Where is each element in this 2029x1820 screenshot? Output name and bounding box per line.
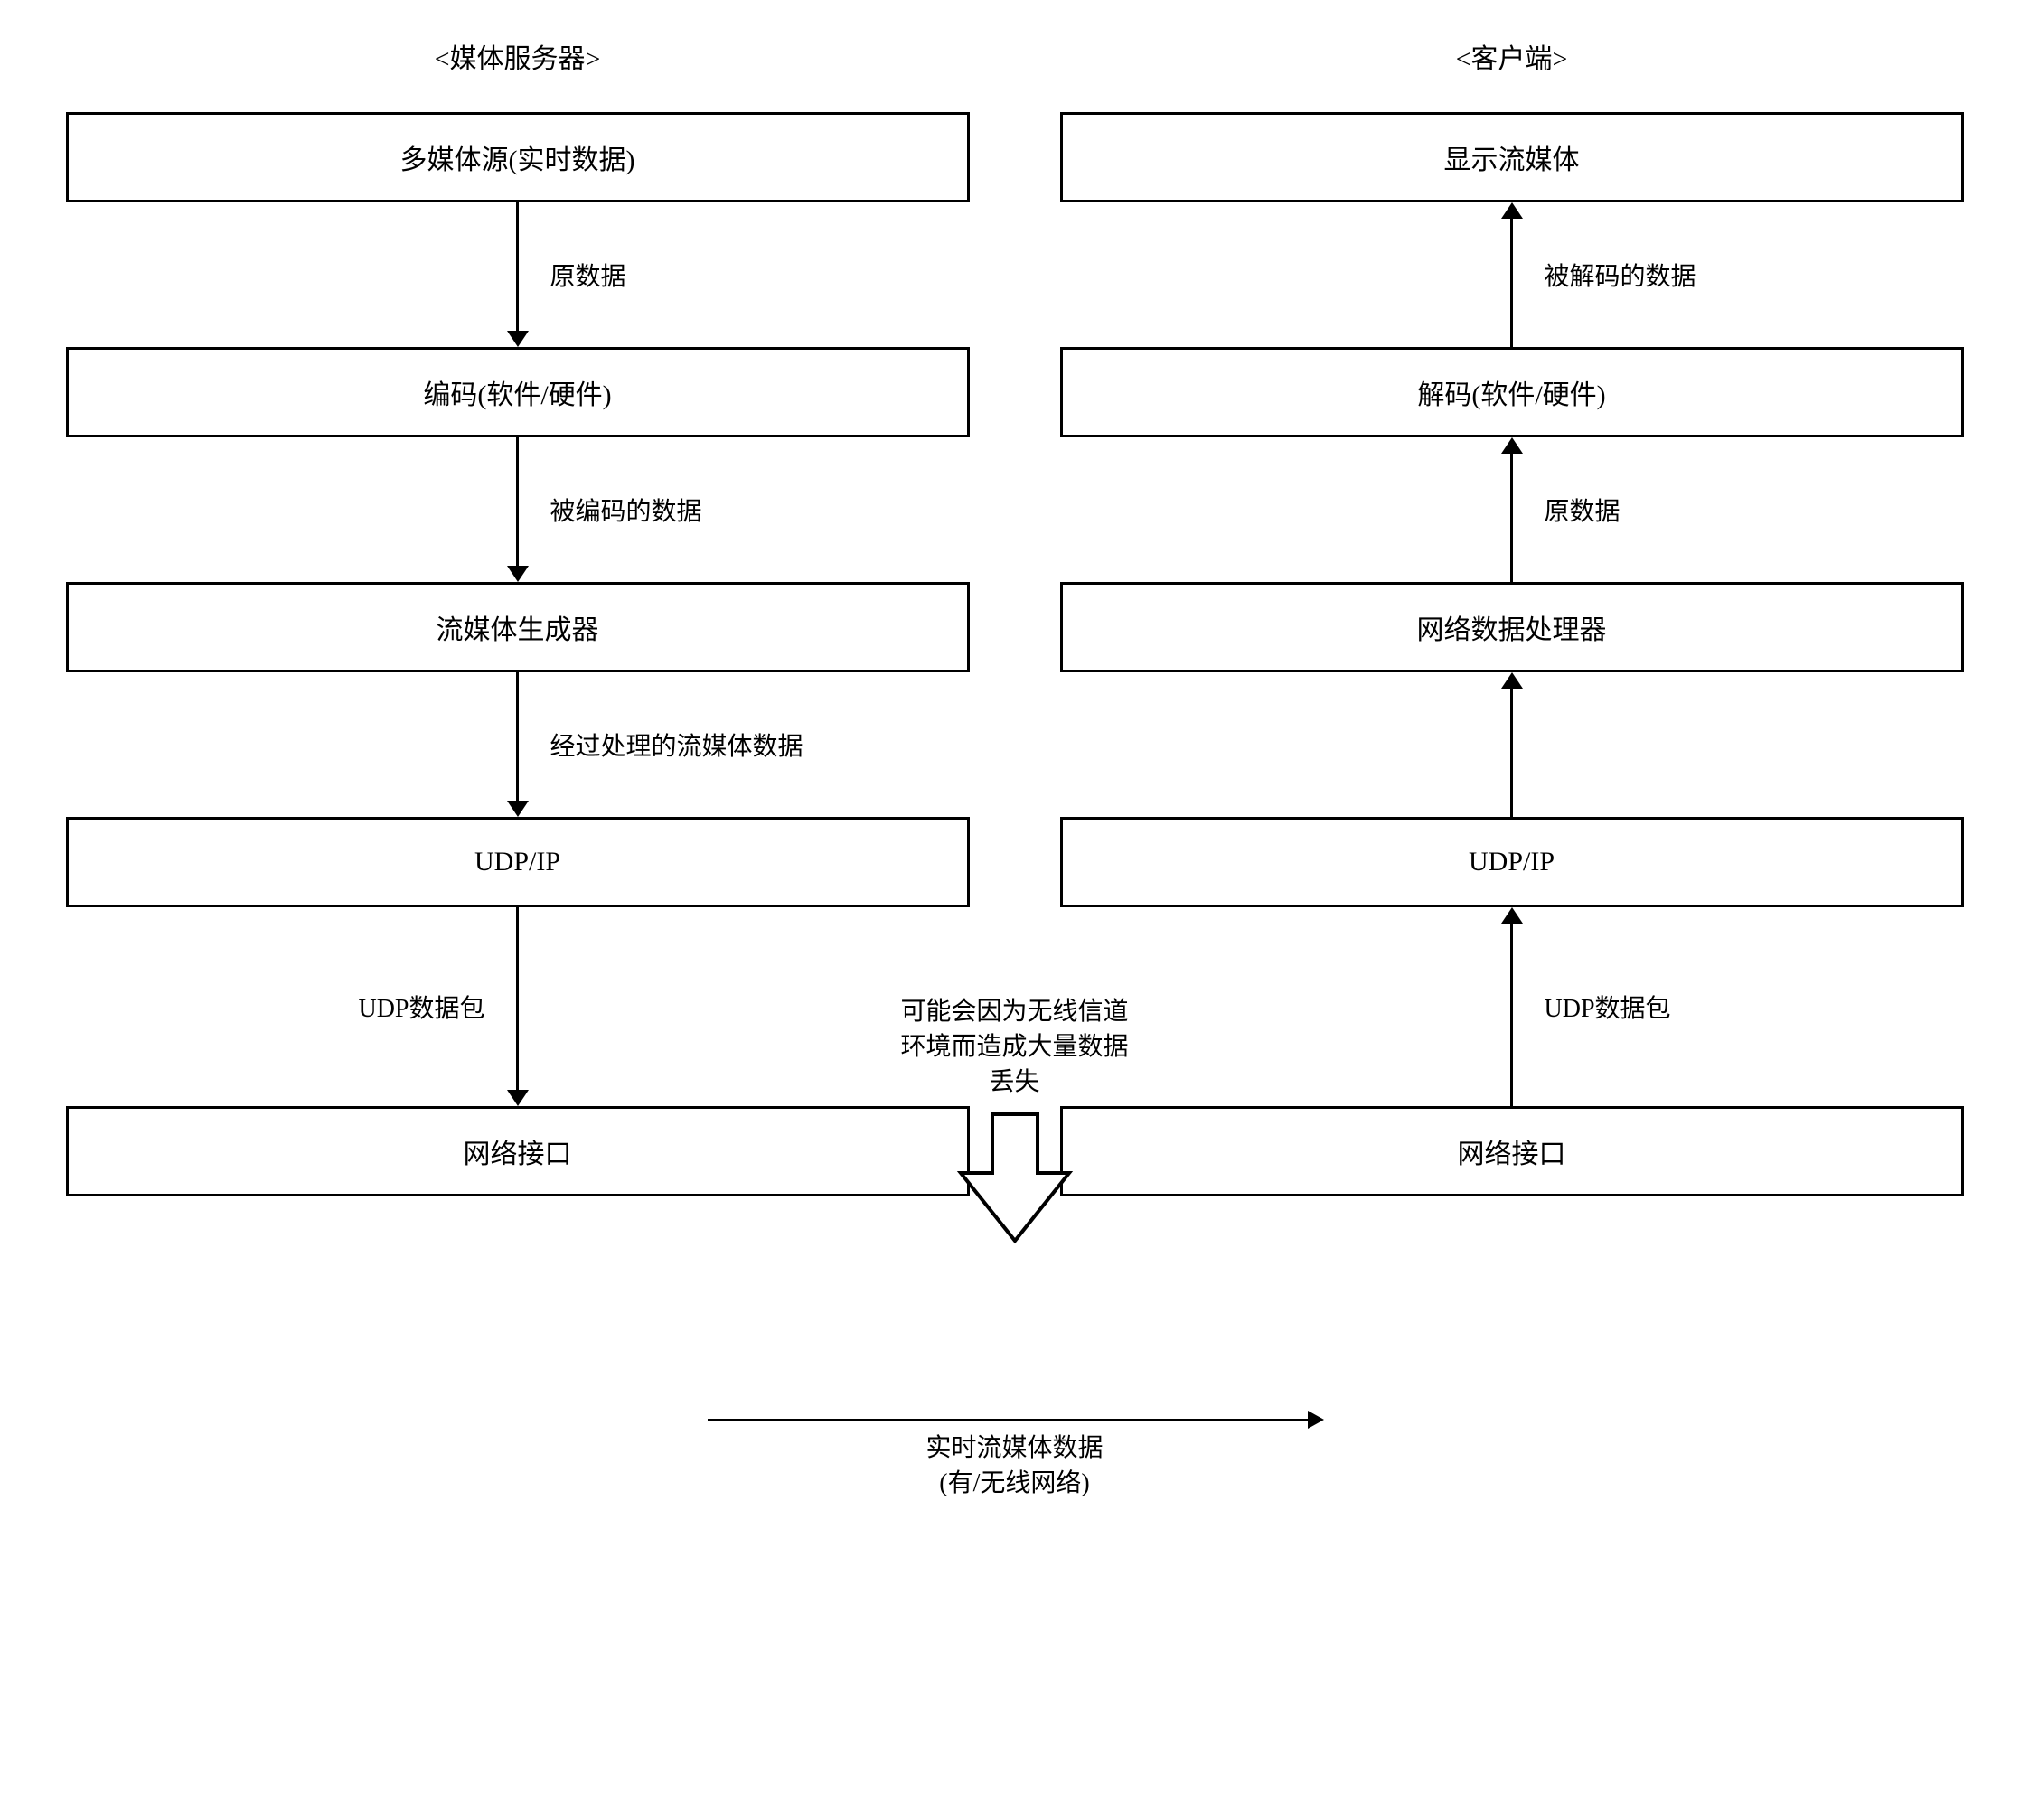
box-encode: 编码(软件/硬件) <box>66 347 970 437</box>
arrow-decoded-data: 被解码的数据 <box>1060 202 1964 347</box>
arrow-processed-stream: 经过处理的流媒体数据 <box>66 672 970 817</box>
middle-warning-block: 可能会因为无线信道 环境而造成大量数据 丢失 <box>816 994 1214 1245</box>
box-net-data-processor: 网络数据处理器 <box>1060 582 1964 672</box>
bottom-network-connector: 实时流媒体数据 (有/无线网络) <box>708 1419 1322 1501</box>
box-decode: 解码(软件/硬件) <box>1060 347 1964 437</box>
arrow-client-netproc-up <box>1060 672 1964 817</box>
label-client-udp-packet: UDP数据包 <box>1530 989 1671 1025</box>
server-title: <媒体服务器> <box>435 36 601 76</box>
arrow-raw-data: 原数据 <box>66 202 970 347</box>
label-decoded-data: 被解码的数据 <box>1530 257 1696 293</box>
box-server-udpip: UDP/IP <box>66 817 970 907</box>
label-client-raw-data: 原数据 <box>1530 492 1620 528</box>
streaming-architecture-diagram: <媒体服务器> 多媒体源(实时数据) 原数据 编码(软件/硬件) 被编码的数据 … <box>66 36 1964 1196</box>
arrow-right-head-icon <box>1308 1411 1324 1429</box>
warning-text: 可能会因为无线信道 环境而造成大量数据 丢失 <box>900 994 1128 1101</box>
label-server-udp-packet: UDP数据包 <box>358 989 499 1025</box>
arrow-encoded-data: 被编码的数据 <box>66 437 970 582</box>
label-raw-data: 原数据 <box>536 257 626 293</box>
bottom-network-label: 实时流媒体数据 (有/无线网络) <box>925 1431 1103 1501</box>
arrow-client-raw-data: 原数据 <box>1060 437 1964 582</box>
label-encoded-data: 被编码的数据 <box>536 492 702 528</box>
box-client-udpip: UDP/IP <box>1060 817 1964 907</box>
horizontal-arrow <box>708 1419 1322 1421</box>
label-processed-stream: 经过处理的流媒体数据 <box>536 727 803 763</box>
client-title: <客户端> <box>1456 36 1568 76</box>
big-downward-arrow-icon <box>956 1110 1074 1245</box>
box-multimedia-source: 多媒体源(实时数据) <box>66 112 970 202</box>
box-display-stream: 显示流媒体 <box>1060 112 1964 202</box>
box-streamer: 流媒体生成器 <box>66 582 970 672</box>
